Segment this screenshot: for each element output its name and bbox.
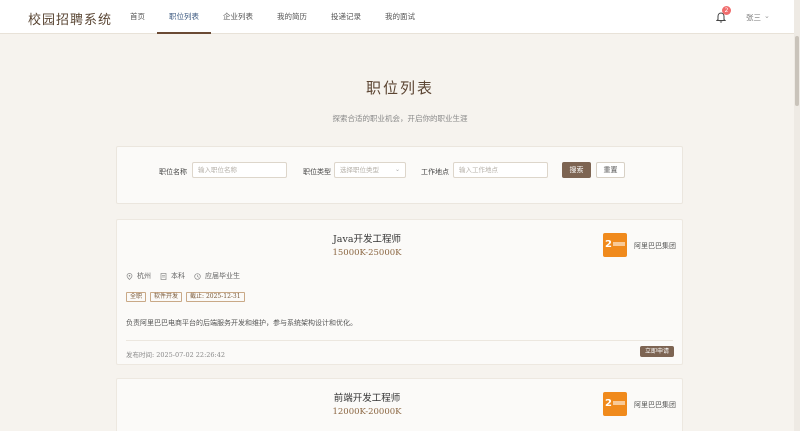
job-education: 本科 [160,271,185,281]
job-name-label: 职位名称 [159,168,187,176]
nav-item-jobs[interactable]: 职位列表 [157,0,211,34]
page-title: 职位列表 [365,79,434,97]
job-salary: 12000K-20000K [332,407,402,417]
job-name-input[interactable]: 输入职位名称 [192,162,287,178]
nav-item-applications[interactable]: 投递记录 [319,0,373,34]
user-menu[interactable]: 张三 [746,12,761,23]
job-tags: 全职 软件开发 截止: 2025-12-31 [126,292,249,302]
job-card[interactable]: 前端开发工程师 12000K-20000K 2 阿里巴巴集团 [116,378,683,431]
app-logo-title[interactable]: 校园招聘系统 [28,9,112,28]
scrollbar-thumb[interactable] [795,36,799,106]
chevron-down-icon: ⌄ [394,166,400,173]
job-education-text: 本科 [171,272,185,280]
job-salary: 15000K-25000K [332,248,402,258]
publish-time: 发布时间: 2025-07-02 22:26:42 [126,351,225,359]
location-label: 工作地点 [421,168,449,176]
nav-item-companies[interactable]: 企业列表 [211,0,265,34]
job-type-placeholder: 选择职位类型 [340,166,379,174]
location-input[interactable]: 输入工作地点 [453,162,548,178]
company-logo: 2 [603,392,627,416]
apply-button[interactable]: 立即申请 [640,346,674,357]
job-experience: 应届毕业生 [194,271,240,281]
tag-category: 软件开发 [150,292,183,302]
job-type-select[interactable]: 选择职位类型 ⌄ [334,162,406,178]
job-title[interactable]: Java开发工程师 [117,231,617,245]
main-nav: 首页 职位列表 企业列表 我的简历 投递记录 我的面试 [118,0,427,34]
nav-item-resume[interactable]: 我的简历 [265,0,319,34]
job-city-text: 杭州 [137,272,151,280]
job-meta: 杭州 本科 应届毕业生 [126,271,249,281]
job-description: 负责阿里巴巴电商平台的后端服务开发和维护，参与系统架构设计和优化。 [126,319,357,327]
company-logo: 2 [603,233,627,257]
job-type-label: 职位类型 [303,168,331,176]
nav-item-home[interactable]: 首页 [118,0,157,34]
chevron-down-icon[interactable]: ⌄ [764,12,770,20]
search-button[interactable]: 搜索 [562,162,591,178]
search-panel: 职位名称 输入职位名称 职位类型 选择职位类型 ⌄ 工作地点 输入工作地点 搜索… [116,146,683,204]
company-name[interactable]: 阿里巴巴集团 [634,400,676,410]
tag-employment-type: 全职 [126,292,147,302]
top-header: 校园招聘系统 首页 职位列表 企业列表 我的简历 投递记录 我的面试 2 张三 … [0,0,800,34]
clock-icon [194,272,201,280]
nav-item-interviews[interactable]: 我的面试 [373,0,427,34]
reset-button[interactable]: 重置 [596,162,625,178]
document-icon [160,272,167,280]
job-title[interactable]: 前端开发工程师 [117,390,617,404]
job-card[interactable]: Java开发工程师 15000K-25000K 2 阿里巴巴集团 杭州 本科 应… [116,219,683,365]
page-subtitle: 探索合适的职业机会，开启你的职业生涯 [332,114,468,123]
notification-badge: 2 [722,6,731,15]
location-pin-icon [126,272,133,280]
job-city: 杭州 [126,271,151,281]
divider [126,340,673,341]
tag-deadline: 截止: 2025-12-31 [186,292,245,302]
company-name[interactable]: 阿里巴巴集团 [634,241,676,251]
job-experience-text: 应届毕业生 [205,272,240,280]
